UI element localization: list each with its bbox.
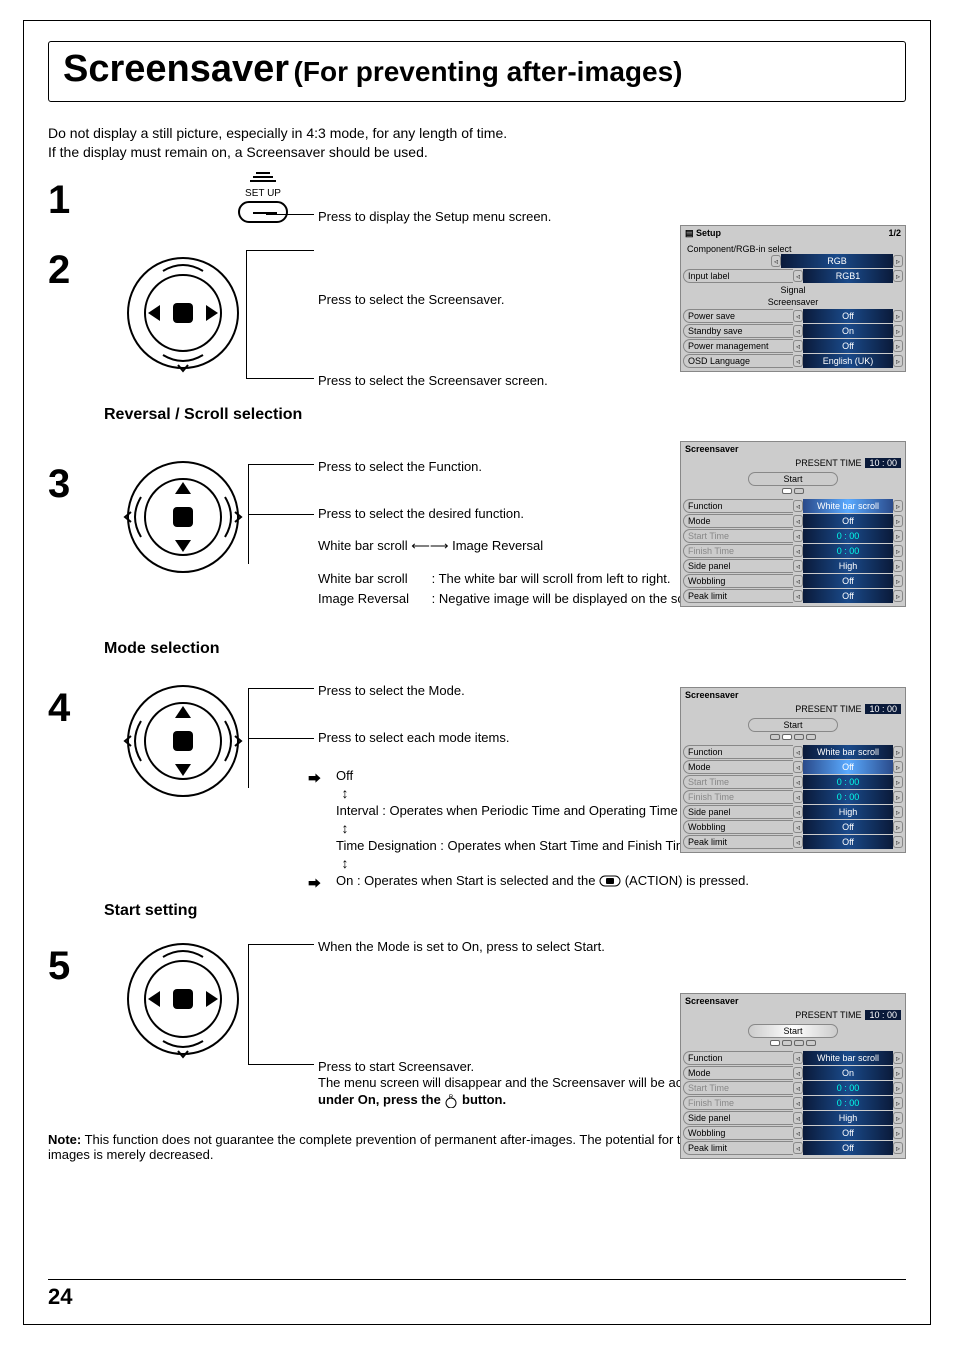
osd-row: Start Time◃0 : 00▹ bbox=[683, 529, 903, 543]
osd-row: Input label◃RGB1▹ bbox=[683, 269, 903, 283]
intro-line1: Do not display a still picture, especial… bbox=[48, 124, 906, 143]
step-5-text-2: Press to start Screensaver. bbox=[318, 1058, 474, 1076]
osd-row: Side panel◃High▹ bbox=[683, 805, 903, 819]
present-time-value: 10 : 00 bbox=[865, 1010, 901, 1020]
osd-row: Wobbling◃Off▹ bbox=[683, 820, 903, 834]
desc1-label: White bar scroll bbox=[318, 570, 428, 588]
present-time-value: 10 : 00 bbox=[865, 458, 901, 468]
osd-ss-title: Screensaver bbox=[685, 444, 739, 454]
osd-row: Peak limit◃Off▹ bbox=[683, 835, 903, 849]
osd-row: Power save◃Off▹ bbox=[683, 309, 903, 323]
osd-setup-title: Setup bbox=[696, 228, 721, 238]
mode-on: On : Operates when Start is selected and… bbox=[336, 873, 595, 888]
remote-dpad-icon bbox=[118, 248, 248, 378]
step-4-heading: Mode selection bbox=[104, 640, 906, 658]
osd-row: Start Time◃0 : 00▹ bbox=[683, 1081, 903, 1095]
step-1-text: Press to display the Setup menu screen. bbox=[318, 178, 906, 226]
desc2-text: : Negative image will be displayed on th… bbox=[432, 591, 714, 606]
osd-screensaver-panel-3: Screensaver PRESENT TIME 10 : 00 Start F… bbox=[680, 993, 906, 1159]
osd-row: Finish Time◃0 : 00▹ bbox=[683, 790, 903, 804]
osd-setup-panel: ▤ Setup 1/2 Component/RGB-in select◃RGB▹… bbox=[680, 225, 906, 372]
svg-text:R: R bbox=[449, 1095, 454, 1101]
step-2-text-2: Press to select the Screensaver screen. bbox=[318, 372, 548, 390]
toggle-right: Image Reversal bbox=[452, 538, 543, 553]
setup-button-icon: SET UP bbox=[228, 172, 298, 223]
osd-row: Screensaver bbox=[683, 296, 903, 308]
page-number: 24 bbox=[48, 1284, 72, 1310]
osd-row: Side panel◃High▹ bbox=[683, 559, 903, 573]
osd-row: Mode◃On▹ bbox=[683, 1066, 903, 1080]
osd-start-button: Start bbox=[748, 472, 838, 486]
osd-row: Mode◃Off▹ bbox=[683, 514, 903, 528]
remote-dpad-icon bbox=[118, 676, 248, 806]
step-5-text-3c: button. bbox=[462, 1092, 506, 1107]
page-title-box: Screensaver (For preventing after-images… bbox=[48, 41, 906, 102]
step-5-text-1: When the Mode is set to On, press to sel… bbox=[318, 928, 618, 956]
desc1-text: : The white bar will scroll from left to… bbox=[432, 571, 671, 586]
present-time-label: PRESENT TIME bbox=[795, 458, 861, 468]
step-5-text-3a: The menu screen will disappear and the S… bbox=[318, 1075, 728, 1090]
osd-row: Peak limit◃Off▹ bbox=[683, 589, 903, 603]
osd-screensaver-panel-2: Screensaver PRESENT TIME 10 : 00 Start F… bbox=[680, 687, 906, 853]
osd-row: Power management◃Off▹ bbox=[683, 339, 903, 353]
present-time-value: 10 : 00 bbox=[865, 704, 901, 714]
remote-dpad-icon bbox=[118, 934, 248, 1064]
toggle-left: White bar scroll bbox=[318, 538, 408, 553]
osd-row: Standby save◃On▹ bbox=[683, 324, 903, 338]
title-main: Screensaver bbox=[63, 48, 289, 90]
note-label: Note: bbox=[48, 1132, 81, 1147]
osd-row: Finish Time◃0 : 00▹ bbox=[683, 544, 903, 558]
osd-start-button: Start bbox=[748, 1024, 838, 1038]
step-4-number: 4 bbox=[48, 686, 70, 731]
desc2-label: Image Reversal bbox=[318, 590, 428, 608]
osd-row: Signal bbox=[683, 284, 903, 296]
osd-row: Function◃White bar scroll▹ bbox=[683, 499, 903, 513]
osd-row: Wobbling◃Off▹ bbox=[683, 1126, 903, 1140]
step-5-number: 5 bbox=[48, 944, 70, 989]
intro-line2: If the display must remain on, a Screens… bbox=[48, 143, 906, 162]
step-5-heading: Start setting bbox=[104, 902, 906, 920]
osd-row: Start Time◃0 : 00▹ bbox=[683, 775, 903, 789]
osd-ss-title: Screensaver bbox=[685, 996, 739, 1006]
action-button-icon bbox=[599, 875, 621, 887]
r-button-icon: R bbox=[444, 1094, 458, 1108]
osd-row: Component/RGB-in select◃RGB▹ bbox=[683, 244, 903, 268]
osd-row: Mode◃Off▹ bbox=[683, 760, 903, 774]
intro-text: Do not display a still picture, especial… bbox=[48, 124, 906, 162]
osd-row: OSD Language◃English (UK)▹ bbox=[683, 354, 903, 368]
osd-row: Wobbling◃Off▹ bbox=[683, 574, 903, 588]
updown-arrow-icon bbox=[336, 855, 354, 871]
osd-row: Peak limit◃Off▹ bbox=[683, 1141, 903, 1155]
osd-screensaver-panel-1: Screensaver PRESENT TIME 10 : 00 Start F… bbox=[680, 441, 906, 607]
step-1-number: 1 bbox=[48, 178, 70, 223]
step-3-number: 3 bbox=[48, 462, 70, 507]
setup-label: SET UP bbox=[228, 188, 298, 199]
osd-row: Function◃White bar scroll▹ bbox=[683, 745, 903, 759]
present-time-label: PRESENT TIME bbox=[795, 704, 861, 714]
osd-row: Finish Time◃0 : 00▹ bbox=[683, 1096, 903, 1110]
osd-ss-title: Screensaver bbox=[685, 690, 739, 700]
present-time-label: PRESENT TIME bbox=[795, 1010, 861, 1020]
updown-arrow-icon bbox=[336, 820, 354, 836]
double-arrow-icon: ⟵⟶ bbox=[411, 538, 452, 553]
mode-on-tail: (ACTION) is pressed. bbox=[625, 873, 749, 888]
osd-row: Side panel◃High▹ bbox=[683, 1111, 903, 1125]
remote-dpad-icon bbox=[118, 452, 248, 582]
osd-row: Function◃White bar scroll▹ bbox=[683, 1051, 903, 1065]
updown-arrow-icon bbox=[336, 785, 354, 801]
step-2-number: 2 bbox=[48, 248, 70, 293]
osd-start-button: Start bbox=[748, 718, 838, 732]
step-3-heading: Reversal / Scroll selection bbox=[104, 406, 906, 424]
title-sub: (For preventing after-images) bbox=[294, 56, 683, 87]
osd-setup-page: 1/2 bbox=[888, 228, 901, 239]
